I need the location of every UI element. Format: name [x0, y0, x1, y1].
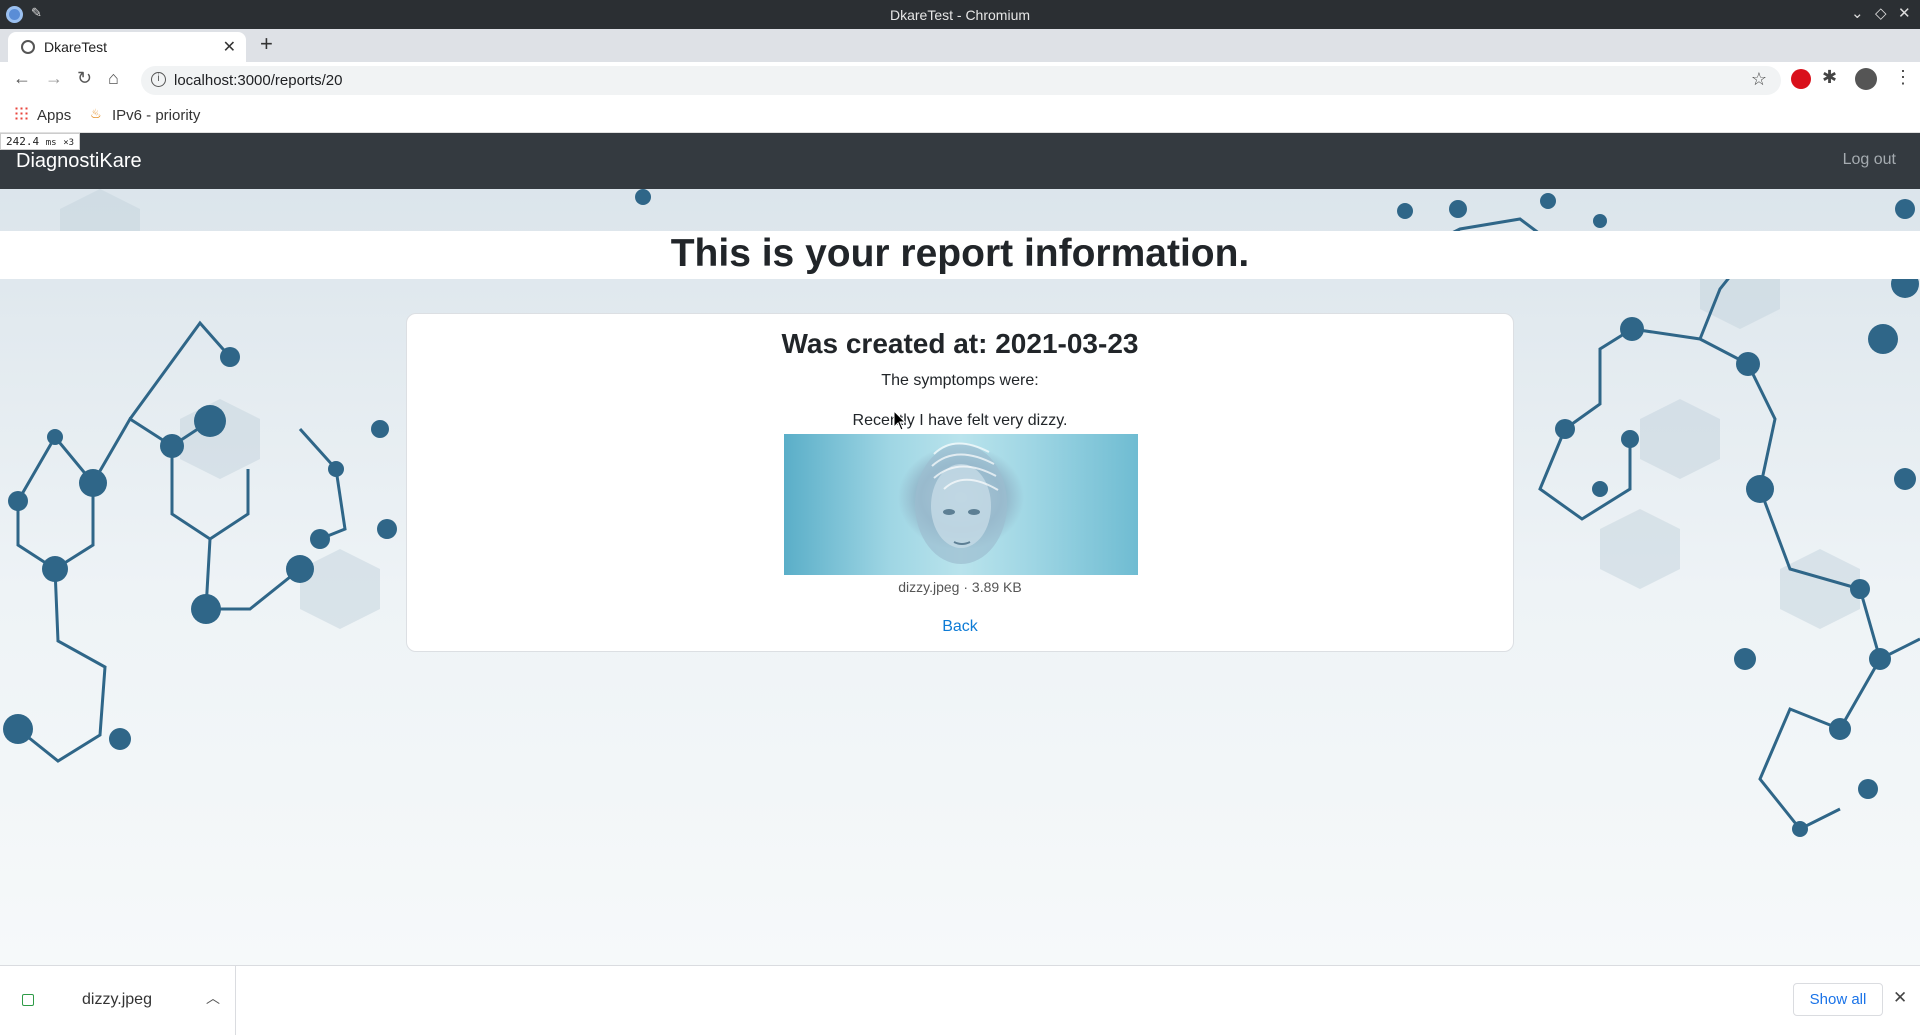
- face-illustration: [915, 442, 1007, 564]
- browser-menu-icon[interactable]: ⋮: [1894, 67, 1914, 87]
- window-title: DkareTest - Chromium: [889, 7, 1031, 23]
- close-shelf-icon[interactable]: ✕: [1893, 988, 1907, 1008]
- symptoms-text: Recently I have felt very dizzy.: [852, 412, 1068, 429]
- timing-overlay: 242.4 ms ×3: [0, 133, 81, 150]
- close-window-icon[interactable]: ✕: [1898, 4, 1911, 22]
- reload-icon[interactable]: ↻: [77, 68, 92, 89]
- maximize-icon[interactable]: ◇: [1875, 4, 1887, 22]
- minimize-icon[interactable]: ⌄: [1851, 4, 1864, 22]
- bookmark-apps[interactable]: Apps: [37, 107, 71, 124]
- bookmark-star-icon[interactable]: ☆: [1751, 69, 1767, 90]
- download-file-name[interactable]: dizzy.jpeg: [82, 991, 152, 1009]
- apps-grid-icon: [14, 106, 28, 120]
- page-title: This is your report information.: [670, 232, 1250, 275]
- tab-title: DkareTest: [44, 39, 108, 55]
- chevron-up-icon[interactable]: ︿: [206, 988, 220, 1008]
- page-viewport: DiagnostiKare Log out 242.4 ms ×3 This i…: [0, 133, 1920, 965]
- address-bar[interactable]: i localhost:3000/reports/20 ☆: [141, 66, 1781, 95]
- extension-icon[interactable]: [1791, 69, 1811, 89]
- brand-link[interactable]: DiagnostiKare: [16, 150, 142, 173]
- bookmarks-bar: Apps IPv6 - priority: [0, 99, 1920, 133]
- download-item[interactable]: dizzy.jpeg ︿: [0, 966, 236, 1035]
- close-tab-icon[interactable]: ✕: [223, 37, 236, 57]
- tab-dkaretest[interactable]: DkareTest ✕: [8, 32, 246, 62]
- forward-arrow-icon[interactable]: →: [45, 68, 63, 89]
- downloads-shelf: dizzy.jpeg ︿ Show all ✕: [0, 965, 1920, 1035]
- timing-unit: ms: [45, 138, 57, 148]
- tab-strip: DkareTest ✕ +: [0, 29, 1920, 62]
- globe-icon: [21, 40, 35, 54]
- timing-value: 242.4: [6, 135, 40, 148]
- url-text[interactable]: localhost:3000/reports/20: [174, 72, 342, 89]
- timing-suffix: ×3: [63, 138, 75, 148]
- created-date: Was created at: 2021-03-23: [781, 328, 1139, 359]
- browser-toolbar: ← → ↻ ⌂ i localhost:3000/reports/20 ☆ ✱ …: [0, 62, 1920, 99]
- new-tab-button[interactable]: +: [260, 31, 273, 57]
- ipv6-bookmark-icon: ♨: [90, 106, 102, 121]
- extensions-puzzle-icon[interactable]: ✱: [1822, 67, 1842, 87]
- report-card: Was created at: 2021-03-23 The symptomps…: [406, 313, 1514, 652]
- attachment-caption: dizzy.jpeg · 3.89 KB: [898, 579, 1022, 595]
- site-info-icon[interactable]: i: [151, 72, 166, 87]
- mouse-cursor-icon: [893, 410, 907, 431]
- image-file-icon: [22, 994, 34, 1006]
- logout-link[interactable]: Log out: [1843, 151, 1896, 169]
- attachment-image[interactable]: [784, 434, 1138, 575]
- back-arrow-icon[interactable]: ←: [13, 68, 31, 89]
- back-link[interactable]: Back: [407, 618, 1513, 636]
- profile-avatar-icon[interactable]: [1855, 68, 1877, 90]
- symptoms-label: The symptomps were:: [881, 372, 1039, 389]
- bookmark-ipv6[interactable]: IPv6 - priority: [112, 107, 200, 124]
- show-all-button[interactable]: Show all: [1793, 983, 1883, 1016]
- app-navbar: DiagnostiKare Log out: [0, 133, 1920, 189]
- window-titlebar: ✎ DkareTest - Chromium ⌄ ◇ ✕: [0, 0, 1920, 29]
- heading-band: This is your report information.: [0, 231, 1920, 279]
- home-icon[interactable]: ⌂: [108, 68, 119, 89]
